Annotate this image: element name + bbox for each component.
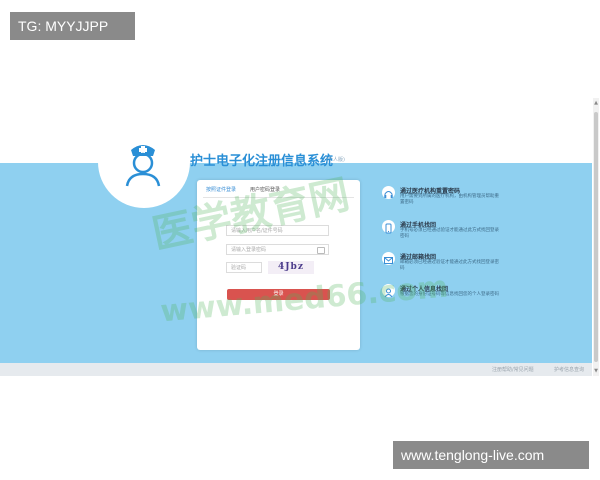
scroll-up-arrow-icon[interactable]: ▲ (593, 100, 599, 106)
phone-icon (382, 220, 395, 234)
footer-link-help[interactable]: 注册帮助/常见问题 (492, 366, 534, 373)
password-field[interactable]: 请输入登录密码 (226, 244, 329, 255)
password-placeholder: 请输入登录密码 (231, 247, 267, 253)
scroll-down-arrow-icon[interactable]: ▼ (593, 368, 599, 374)
system-subtitle: (个人版) (326, 157, 345, 163)
captcha-image[interactable]: 4Jbz (268, 261, 314, 274)
system-title: 护士电子化注册信息系统 (190, 154, 334, 169)
option-desc: 用户需要到所属的医疗机构，由机构管理员帮助重置密码 (400, 194, 499, 205)
bottom-right-watermark-tag: www.tenglong-live.com (393, 441, 589, 469)
nurse-icon (125, 145, 161, 187)
footer-link-exam[interactable]: 护考信息查询 (554, 366, 584, 373)
option-desc: 手机号必须已经通过验证才能通过此方式找回登录密码 (400, 228, 499, 239)
captcha-input[interactable]: 验证码 (226, 262, 262, 273)
mail-icon (382, 252, 395, 265)
option-recover-via-phone[interactable]: 通过手机找回 手机号必须已经通过验证才能通过此方式找回登录密码 (382, 220, 502, 250)
option-desc: 邮箱必须已经通过验证才能通过此方式找回登录密码 (400, 260, 499, 271)
option-reset-via-institution[interactable]: 通过医疗机构重置密码 用户需要到所属的医疗机构，由机构管理员帮助重置密码 (382, 186, 502, 216)
headset-icon (382, 186, 395, 199)
top-left-watermark-tag: TG: MYYJJPP (10, 12, 135, 40)
keyboard-icon[interactable] (317, 247, 325, 254)
scrollbar-thumb[interactable] (594, 112, 598, 362)
